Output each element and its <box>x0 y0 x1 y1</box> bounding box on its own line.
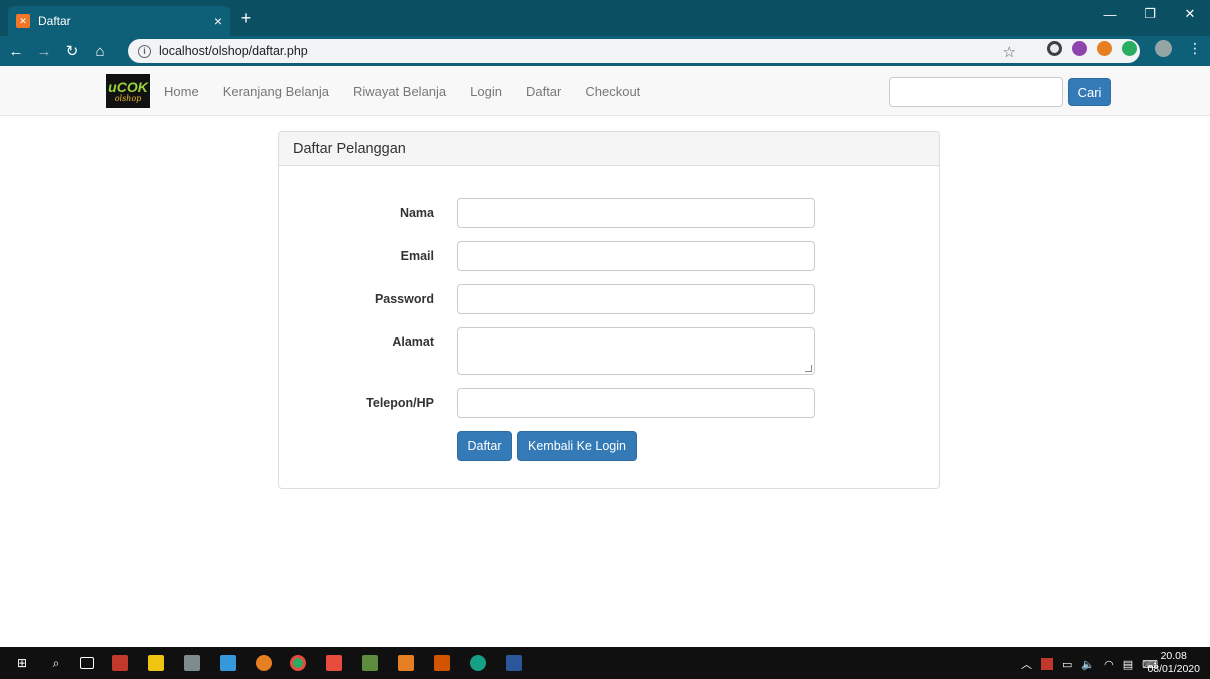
maximize-button[interactable]: ❐ <box>1130 0 1170 28</box>
email-input[interactable] <box>457 241 815 271</box>
nav-links: Home Keranjang Belanja Riwayat Belanja L… <box>164 66 664 116</box>
new-tab-button[interactable]: + <box>236 8 256 28</box>
resize-grip-icon[interactable] <box>805 365 812 372</box>
address-bar[interactable]: i localhost/olshop/daftar.php ☆ <box>128 39 1140 63</box>
search-button[interactable]: Cari <box>1068 78 1111 106</box>
daftar-button[interactable]: Daftar <box>457 431 512 461</box>
app-hs-icon[interactable] <box>470 655 486 671</box>
reload-icon[interactable]: ↻ <box>60 39 84 63</box>
windows-start-icon[interactable]: ⊞ <box>14 655 30 671</box>
app-notify-icon[interactable] <box>326 655 342 671</box>
url-text: localhost/olshop/daftar.php <box>159 44 308 58</box>
task-view-icon[interactable] <box>80 657 94 669</box>
volume-icon[interactable]: 🔈 <box>1081 658 1095 671</box>
profile-avatar-icon[interactable] <box>1155 40 1172 57</box>
tab-title: Daftar <box>38 14 71 28</box>
tab-close-icon[interactable]: × <box>214 13 222 29</box>
home-icon[interactable]: ⌂ <box>88 39 112 63</box>
firefox-icon[interactable] <box>256 655 272 671</box>
close-window-button[interactable]: ✕ <box>1170 0 1210 28</box>
nav-link-checkout[interactable]: Checkout <box>585 84 640 99</box>
extension-icons: ⋮ <box>1047 40 1202 57</box>
notification-icon[interactable]: ▤ <box>1123 658 1133 671</box>
nav-link-login[interactable]: Login <box>470 84 502 99</box>
nav-link-riwayat[interactable]: Riwayat Belanja <box>353 84 446 99</box>
register-panel: Daftar Pelanggan Nama Email Password Ala… <box>278 131 940 489</box>
windows-taskbar: ⊞ ⌕ ︿ ▭ 🔈 ◠ ▤ ⌨ 20.08 08/01/2020 <box>0 647 1210 679</box>
window-controls: — ❐ ✕ <box>1090 0 1210 36</box>
taskbar-clock[interactable]: 20.08 08/01/2020 <box>1147 650 1200 676</box>
clock-time: 20.08 <box>1160 650 1187 662</box>
minimize-button[interactable]: — <box>1090 0 1130 28</box>
word-icon[interactable] <box>506 655 522 671</box>
site-navbar: uCOK olshop Home Keranjang Belanja Riway… <box>0 66 1210 116</box>
tray-app-icon[interactable] <box>1040 658 1053 670</box>
logo-text-main: uCOK <box>108 78 148 95</box>
extension-face-icon[interactable] <box>1097 41 1112 56</box>
file-explorer-icon[interactable] <box>148 655 164 671</box>
wifi-icon[interactable]: ◠ <box>1104 658 1114 671</box>
clock-date: 08/01/2020 <box>1147 663 1200 675</box>
snipping-tool-icon[interactable] <box>184 655 200 671</box>
bookmark-star-icon[interactable]: ☆ <box>1003 43 1016 61</box>
search-input[interactable] <box>889 77 1063 107</box>
forward-arrow-icon[interactable]: → <box>32 39 56 63</box>
search-taskbar-icon[interactable]: ⌕ <box>48 655 64 671</box>
panel-heading: Daftar Pelanggan <box>279 132 939 166</box>
email-label: Email <box>400 249 434 263</box>
nama-input[interactable] <box>457 198 815 228</box>
kembali-login-button[interactable]: Kembali Ke Login <box>517 431 637 461</box>
alamat-label: Alamat <box>392 335 434 349</box>
nav-link-keranjang[interactable]: Keranjang Belanja <box>223 84 329 99</box>
browser-tab[interactable]: ✕ Daftar × <box>8 6 230 36</box>
browser-toolbar: ← → ↻ ⌂ i localhost/olshop/daftar.php ☆ <box>0 36 1210 66</box>
alamat-textarea[interactable] <box>457 327 815 375</box>
extension-gauge-icon[interactable] <box>1047 41 1062 56</box>
browser-menu-icon[interactable]: ⋮ <box>1188 40 1202 57</box>
chrome-icon[interactable] <box>290 655 306 671</box>
logo-text-sub: olshop <box>114 93 142 103</box>
battery-icon[interactable]: ▭ <box>1062 658 1072 671</box>
xampp-favicon-icon: ✕ <box>16 14 30 28</box>
info-icon[interactable]: i <box>138 44 151 58</box>
nama-label: Nama <box>399 206 434 220</box>
brand-logo[interactable]: uCOK olshop <box>106 74 150 108</box>
app-red-icon[interactable] <box>112 655 128 671</box>
extension-purple-icon[interactable] <box>1072 41 1087 56</box>
app-blue-icon[interactable] <box>220 655 236 671</box>
powerpoint-icon[interactable] <box>434 655 450 671</box>
nav-link-daftar[interactable]: Daftar <box>526 84 561 99</box>
browser-titlebar: ✕ Daftar × + — ❐ ✕ <box>0 0 1210 36</box>
nav-link-home[interactable]: Home <box>164 84 199 99</box>
back-arrow-icon[interactable]: ← <box>4 39 28 63</box>
telepon-label: Telepon/HP <box>366 396 434 410</box>
telepon-input[interactable] <box>457 388 815 418</box>
password-label: Password <box>374 292 434 306</box>
app-green-icon[interactable] <box>362 655 378 671</box>
tray-chevron-icon[interactable]: ︿ <box>1021 656 1032 672</box>
password-input[interactable] <box>457 284 815 314</box>
extension-leaf-icon[interactable] <box>1122 41 1137 56</box>
system-tray: ︿ ▭ 🔈 ◠ ▤ ⌨ <box>1021 656 1158 672</box>
xampp-icon[interactable] <box>398 655 414 671</box>
